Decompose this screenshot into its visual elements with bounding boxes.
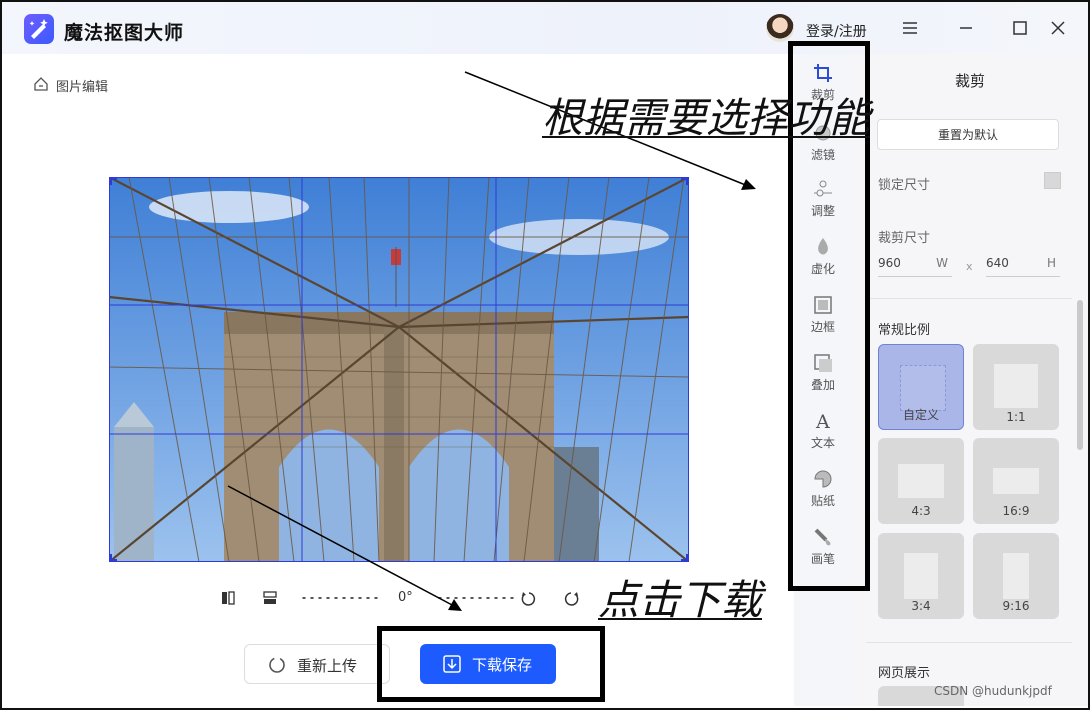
watermark: CSDN @hudunkjpdf — [934, 684, 1052, 698]
annotation-select-feature: 根据需要选择功能 — [542, 94, 870, 142]
annotation-click-download: 点击下载 — [598, 576, 762, 624]
